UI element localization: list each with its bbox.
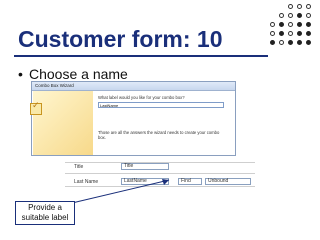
callout-box: Provide a suitable label: [15, 201, 75, 225]
